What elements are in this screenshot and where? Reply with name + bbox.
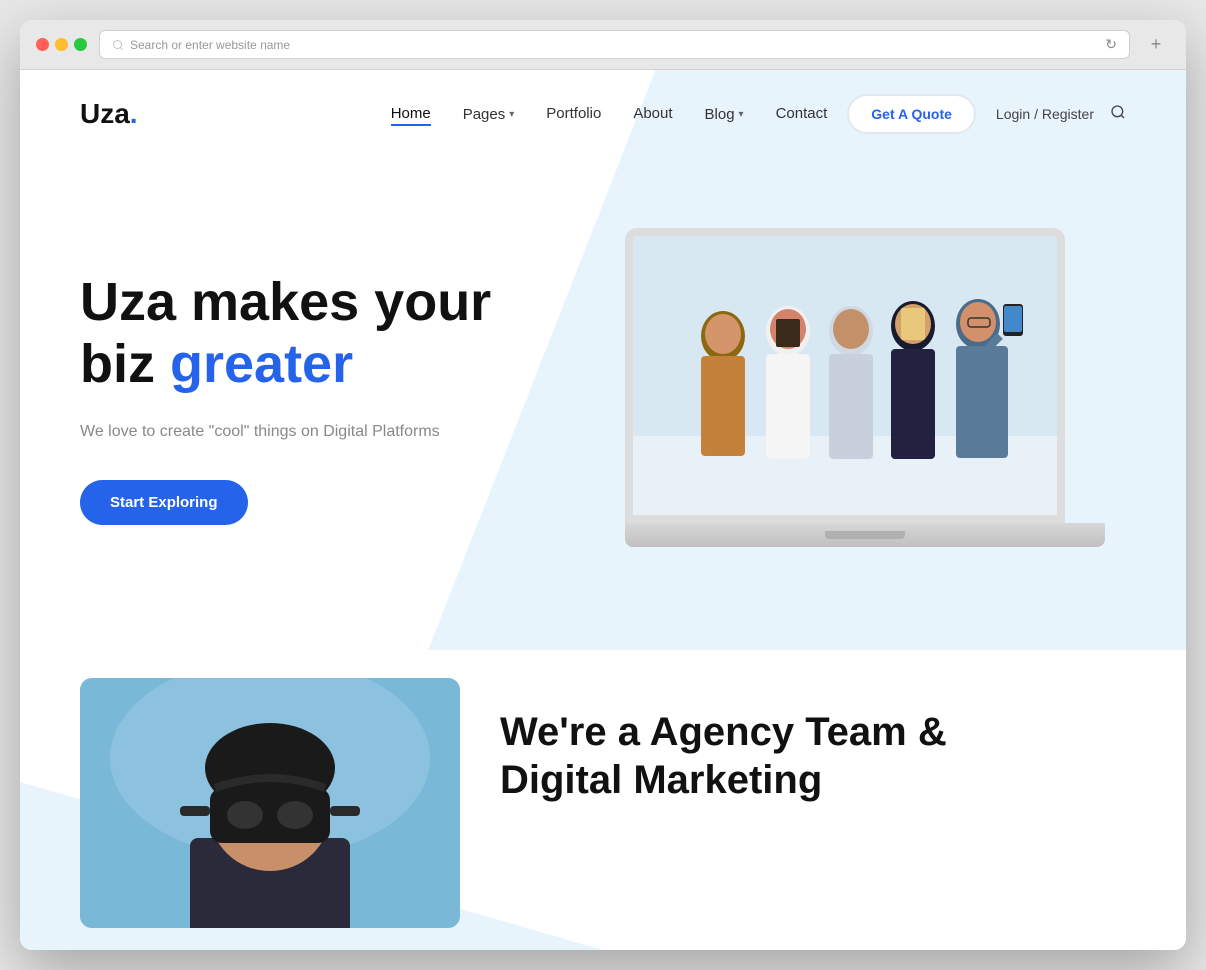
nav-links: Home Pages ▾ Portfolio About Blog — [391, 105, 828, 123]
start-exploring-button[interactable]: Start Exploring — [80, 480, 248, 525]
minimize-button[interactable] — [55, 38, 68, 51]
login-link[interactable]: Login — [996, 106, 1030, 122]
hero-image — [603, 228, 1126, 568]
about-title: We're a Agency Team & Digital Marketing — [500, 708, 1086, 804]
nav-item-blog[interactable]: Blog ▾ — [705, 106, 744, 123]
laptop-screen-inner — [633, 236, 1057, 515]
chevron-down-icon: ▾ — [509, 109, 514, 120]
get-quote-button[interactable]: Get A Quote — [847, 94, 976, 134]
new-tab-button[interactable]: + — [1142, 31, 1170, 59]
about-title-line2: Digital Marketing — [500, 758, 822, 802]
reload-icon[interactable]: ↻ — [1105, 36, 1117, 53]
browser-window: Search or enter website name ↻ + Uza. Ho… — [20, 20, 1186, 950]
register-link[interactable]: Register — [1042, 106, 1094, 122]
nav-item-pages[interactable]: Pages ▾ — [463, 106, 515, 123]
logo-dot: . — [130, 98, 138, 129]
site-logo[interactable]: Uza. — [80, 98, 138, 130]
about-image — [80, 678, 460, 928]
hero-title: Uza makes your biz greater — [80, 271, 603, 395]
hero-title-highlight: greater — [170, 334, 353, 394]
nav-item-home[interactable]: Home — [391, 105, 431, 126]
nav-search-icon[interactable] — [1110, 104, 1126, 125]
browser-toolbar: Search or enter website name ↻ + — [20, 20, 1186, 70]
hero-section: Uza makes your biz greater We love to cr… — [20, 158, 1186, 658]
hero-content: Uza makes your biz greater We love to cr… — [80, 271, 603, 526]
main-navigation: Uza. Home Pages ▾ Portfolio About — [20, 70, 1186, 158]
team-photo-illustration — [633, 236, 1057, 515]
laptop-base — [625, 523, 1105, 547]
address-bar[interactable]: Search or enter website name ↻ — [99, 30, 1130, 59]
about-text: We're a Agency Team & Digital Marketing — [460, 678, 1126, 834]
about-title-line1: We're a Agency Team & — [500, 710, 947, 754]
vr-person-illustration — [80, 678, 460, 928]
close-button[interactable] — [36, 38, 49, 51]
search-icon — [112, 39, 124, 51]
hero-subtitle: We love to create "cool" things on Digit… — [80, 419, 603, 445]
about-section: We're a Agency Team & Digital Marketing — [20, 678, 1186, 928]
hero-title-line1: Uza makes your — [80, 272, 491, 332]
website-content: Uza. Home Pages ▾ Portfolio About — [20, 70, 1186, 950]
maximize-button[interactable] — [74, 38, 87, 51]
nav-auth: Login / Register — [996, 106, 1094, 122]
nav-item-portfolio[interactable]: Portfolio — [546, 105, 601, 122]
nav-item-about[interactable]: About — [633, 105, 672, 122]
laptop-mockup — [625, 228, 1105, 568]
nav-item-contact[interactable]: Contact — [776, 105, 828, 122]
laptop-notch — [825, 531, 905, 539]
browser-dots — [36, 38, 87, 51]
address-text: Search or enter website name — [130, 38, 290, 52]
chevron-down-icon-blog: ▾ — [739, 109, 744, 120]
logo-text: Uza — [80, 98, 130, 129]
laptop-screen — [625, 228, 1065, 523]
hero-title-line2-prefix: biz — [80, 334, 170, 394]
